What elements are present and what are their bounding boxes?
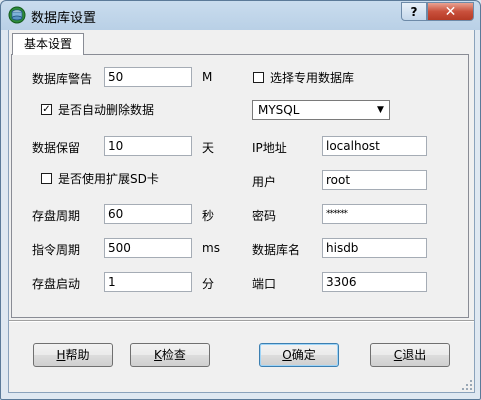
dbname-input[interactable]: hisdb xyxy=(322,238,427,258)
window-title: 数据库设置 xyxy=(31,11,97,26)
db-warning-input[interactable]: 50 xyxy=(104,67,192,87)
db-warning-unit: M xyxy=(202,70,213,84)
close-title-button[interactable]: ✕ xyxy=(427,2,474,21)
ok-button-label: 确定 xyxy=(291,348,316,362)
checkmark-icon: ✓ xyxy=(42,104,51,115)
save-start-input[interactable]: 1 xyxy=(104,272,192,292)
save-period-unit: 秒 xyxy=(202,209,215,223)
dbname-label: 数据库名 xyxy=(252,243,301,257)
retain-unit: 天 xyxy=(202,141,215,155)
sd-card-checkbox[interactable] xyxy=(41,173,52,184)
db-type-value: MYSQL xyxy=(258,103,300,117)
tab-basic-settings[interactable]: 基本设置 xyxy=(12,33,84,55)
exit-hotkey: C xyxy=(393,348,403,362)
cmd-period-unit: ms xyxy=(202,241,220,255)
user-input[interactable]: root xyxy=(322,170,427,190)
password-input[interactable]: ****** xyxy=(322,204,427,224)
dialog-client-area: 基本设置 数据库警告 50 M ✓ 是否自动删除数据 数据保留 10 天 是否使… xyxy=(8,30,475,393)
save-period-label: 存盘周期 xyxy=(32,209,81,223)
auto-delete-checkbox[interactable]: ✓ xyxy=(41,104,52,115)
save-period-input[interactable]: 60 xyxy=(104,204,192,224)
close-icon: ✕ xyxy=(444,4,457,20)
settings-dialog: 数据库设置 ? ✕ 基本设置 数据库警告 50 M ✓ 是否自动删除数据 数据保… xyxy=(0,0,481,400)
ip-label: IP地址 xyxy=(252,141,287,155)
port-input[interactable]: 3306 xyxy=(322,272,427,292)
password-label: 密码 xyxy=(252,209,277,223)
save-start-unit: 分 xyxy=(202,277,215,291)
ip-input[interactable]: localhost xyxy=(322,136,427,156)
basic-settings-panel: 数据库警告 50 M ✓ 是否自动删除数据 数据保留 10 天 是否使用扩展SD… xyxy=(11,54,469,318)
title-bar[interactable]: 数据库设置 ? ✕ xyxy=(1,1,480,30)
chevron-down-icon[interactable]: ▼ xyxy=(373,102,388,118)
cmd-period-label: 指令周期 xyxy=(32,243,81,257)
exit-button-label: 退出 xyxy=(402,348,427,362)
auto-delete-label: 是否自动删除数据 xyxy=(58,103,155,117)
exit-button[interactable]: C退出 xyxy=(370,343,450,367)
help-title-button[interactable]: ? xyxy=(401,2,427,21)
ok-hotkey: O xyxy=(282,348,292,362)
database-app-icon xyxy=(8,6,26,24)
user-label: 用户 xyxy=(252,175,277,189)
db-warning-label: 数据库警告 xyxy=(32,72,93,86)
retain-input[interactable]: 10 xyxy=(104,136,192,156)
retain-label: 数据保留 xyxy=(32,141,81,155)
question-icon: ? xyxy=(410,5,418,19)
db-type-select[interactable]: MYSQL ▼ xyxy=(252,100,390,120)
help-hotkey: H xyxy=(56,348,66,362)
dedicated-db-checkbox[interactable] xyxy=(253,72,264,83)
check-button-label: 检查 xyxy=(161,348,186,362)
dedicated-db-label: 选择专用数据库 xyxy=(270,71,355,85)
save-start-label: 存盘启动 xyxy=(32,277,81,291)
check-hotkey: K xyxy=(154,348,162,362)
port-label: 端口 xyxy=(252,277,277,291)
help-button[interactable]: H帮助 xyxy=(33,343,113,367)
button-divider xyxy=(9,320,474,322)
cmd-period-input[interactable]: 500 xyxy=(104,238,192,258)
sd-card-label: 是否使用扩展SD卡 xyxy=(58,172,159,186)
check-button[interactable]: K检查 xyxy=(130,343,210,367)
resize-grip-icon[interactable] xyxy=(462,380,472,390)
help-button-label: 帮助 xyxy=(65,348,90,362)
ok-button[interactable]: O确定 xyxy=(259,343,339,367)
